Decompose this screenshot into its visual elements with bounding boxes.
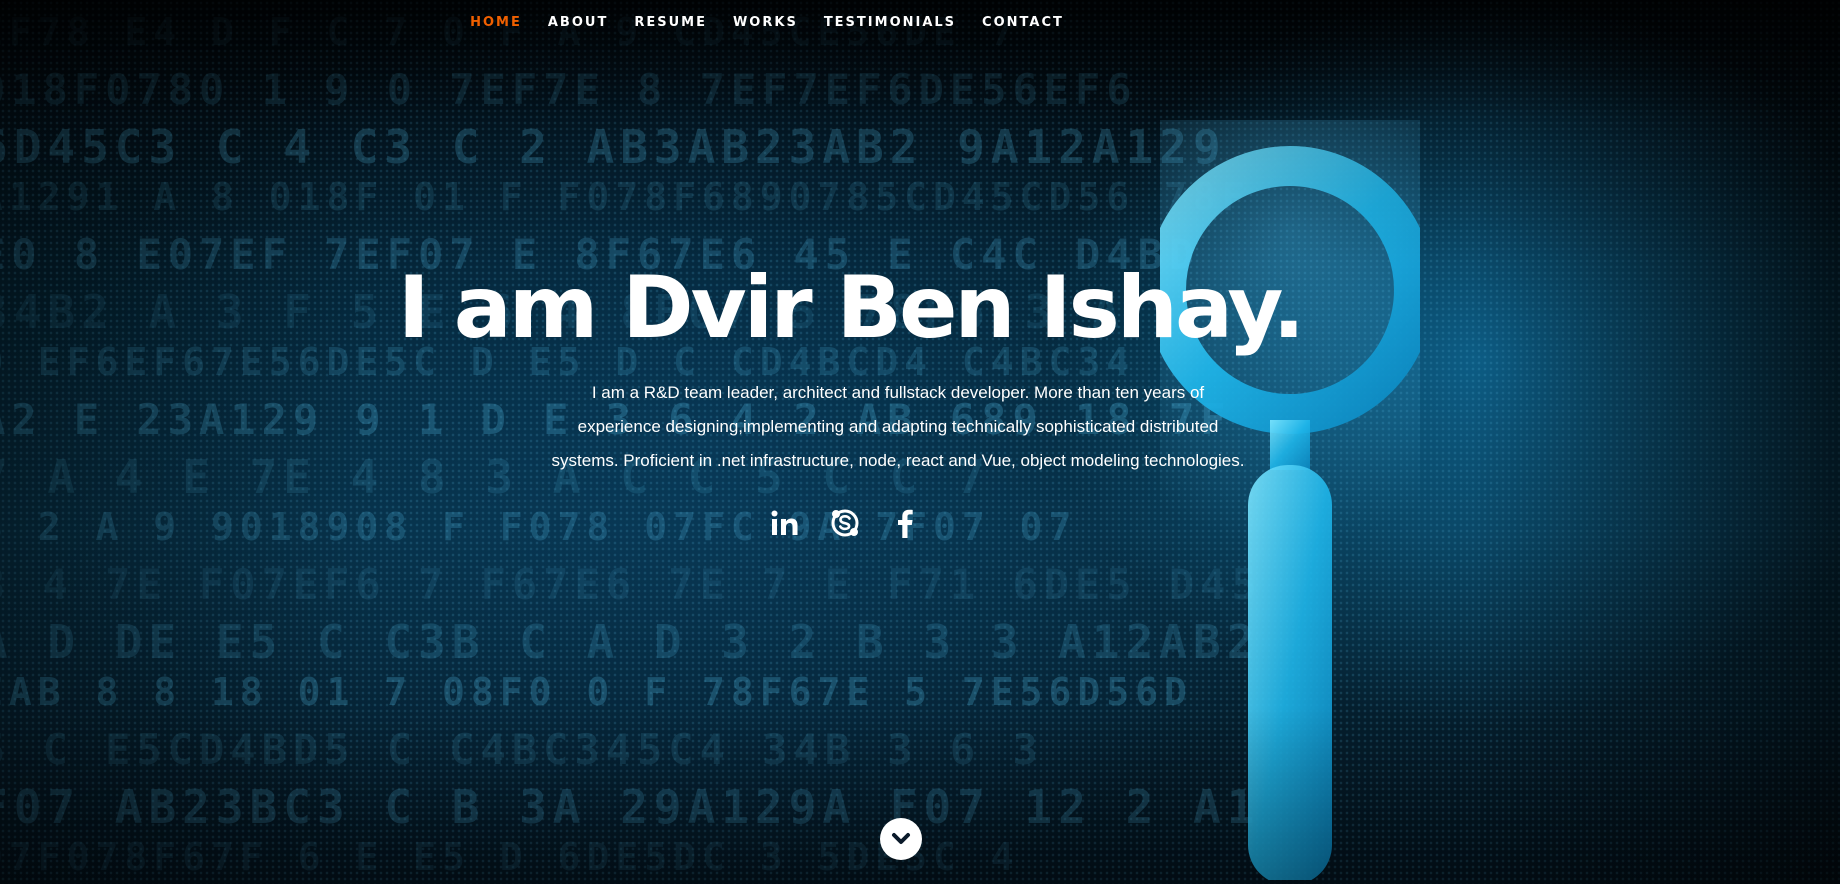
nav-home[interactable]: HOME	[457, 14, 535, 31]
hero-description: I am a R&D team leader, architect and fu…	[551, 383, 1245, 470]
social-links	[0, 506, 1840, 540]
chevron-down-icon	[892, 833, 910, 844]
nav-contact[interactable]: CONTACT	[969, 14, 1077, 31]
main-nav: HOME ABOUT RESUME WORKS TESTIMONIALS CON…	[0, 14, 1840, 31]
hero-title: I am Dvir Ben Ishay.	[397, 258, 1305, 358]
nav-resume[interactable]: RESUME	[621, 14, 720, 31]
scroll-down-button[interactable]	[880, 818, 922, 860]
nav-about[interactable]: ABOUT	[535, 14, 621, 31]
linkedin-icon[interactable]	[768, 506, 802, 540]
nav-testimonials[interactable]: TESTIMONIALS	[811, 14, 969, 31]
hero-content: I am Dvir Ben Ishay. I am a R&D team lea…	[0, 260, 1840, 540]
facebook-icon[interactable]	[888, 506, 922, 540]
hero-section: EF78 E4 D F C 7 0 F A 9 CD45CE56DE 7018F…	[0, 0, 1840, 884]
skype-icon[interactable]	[828, 506, 862, 540]
nav-works[interactable]: WORKS	[720, 14, 811, 31]
